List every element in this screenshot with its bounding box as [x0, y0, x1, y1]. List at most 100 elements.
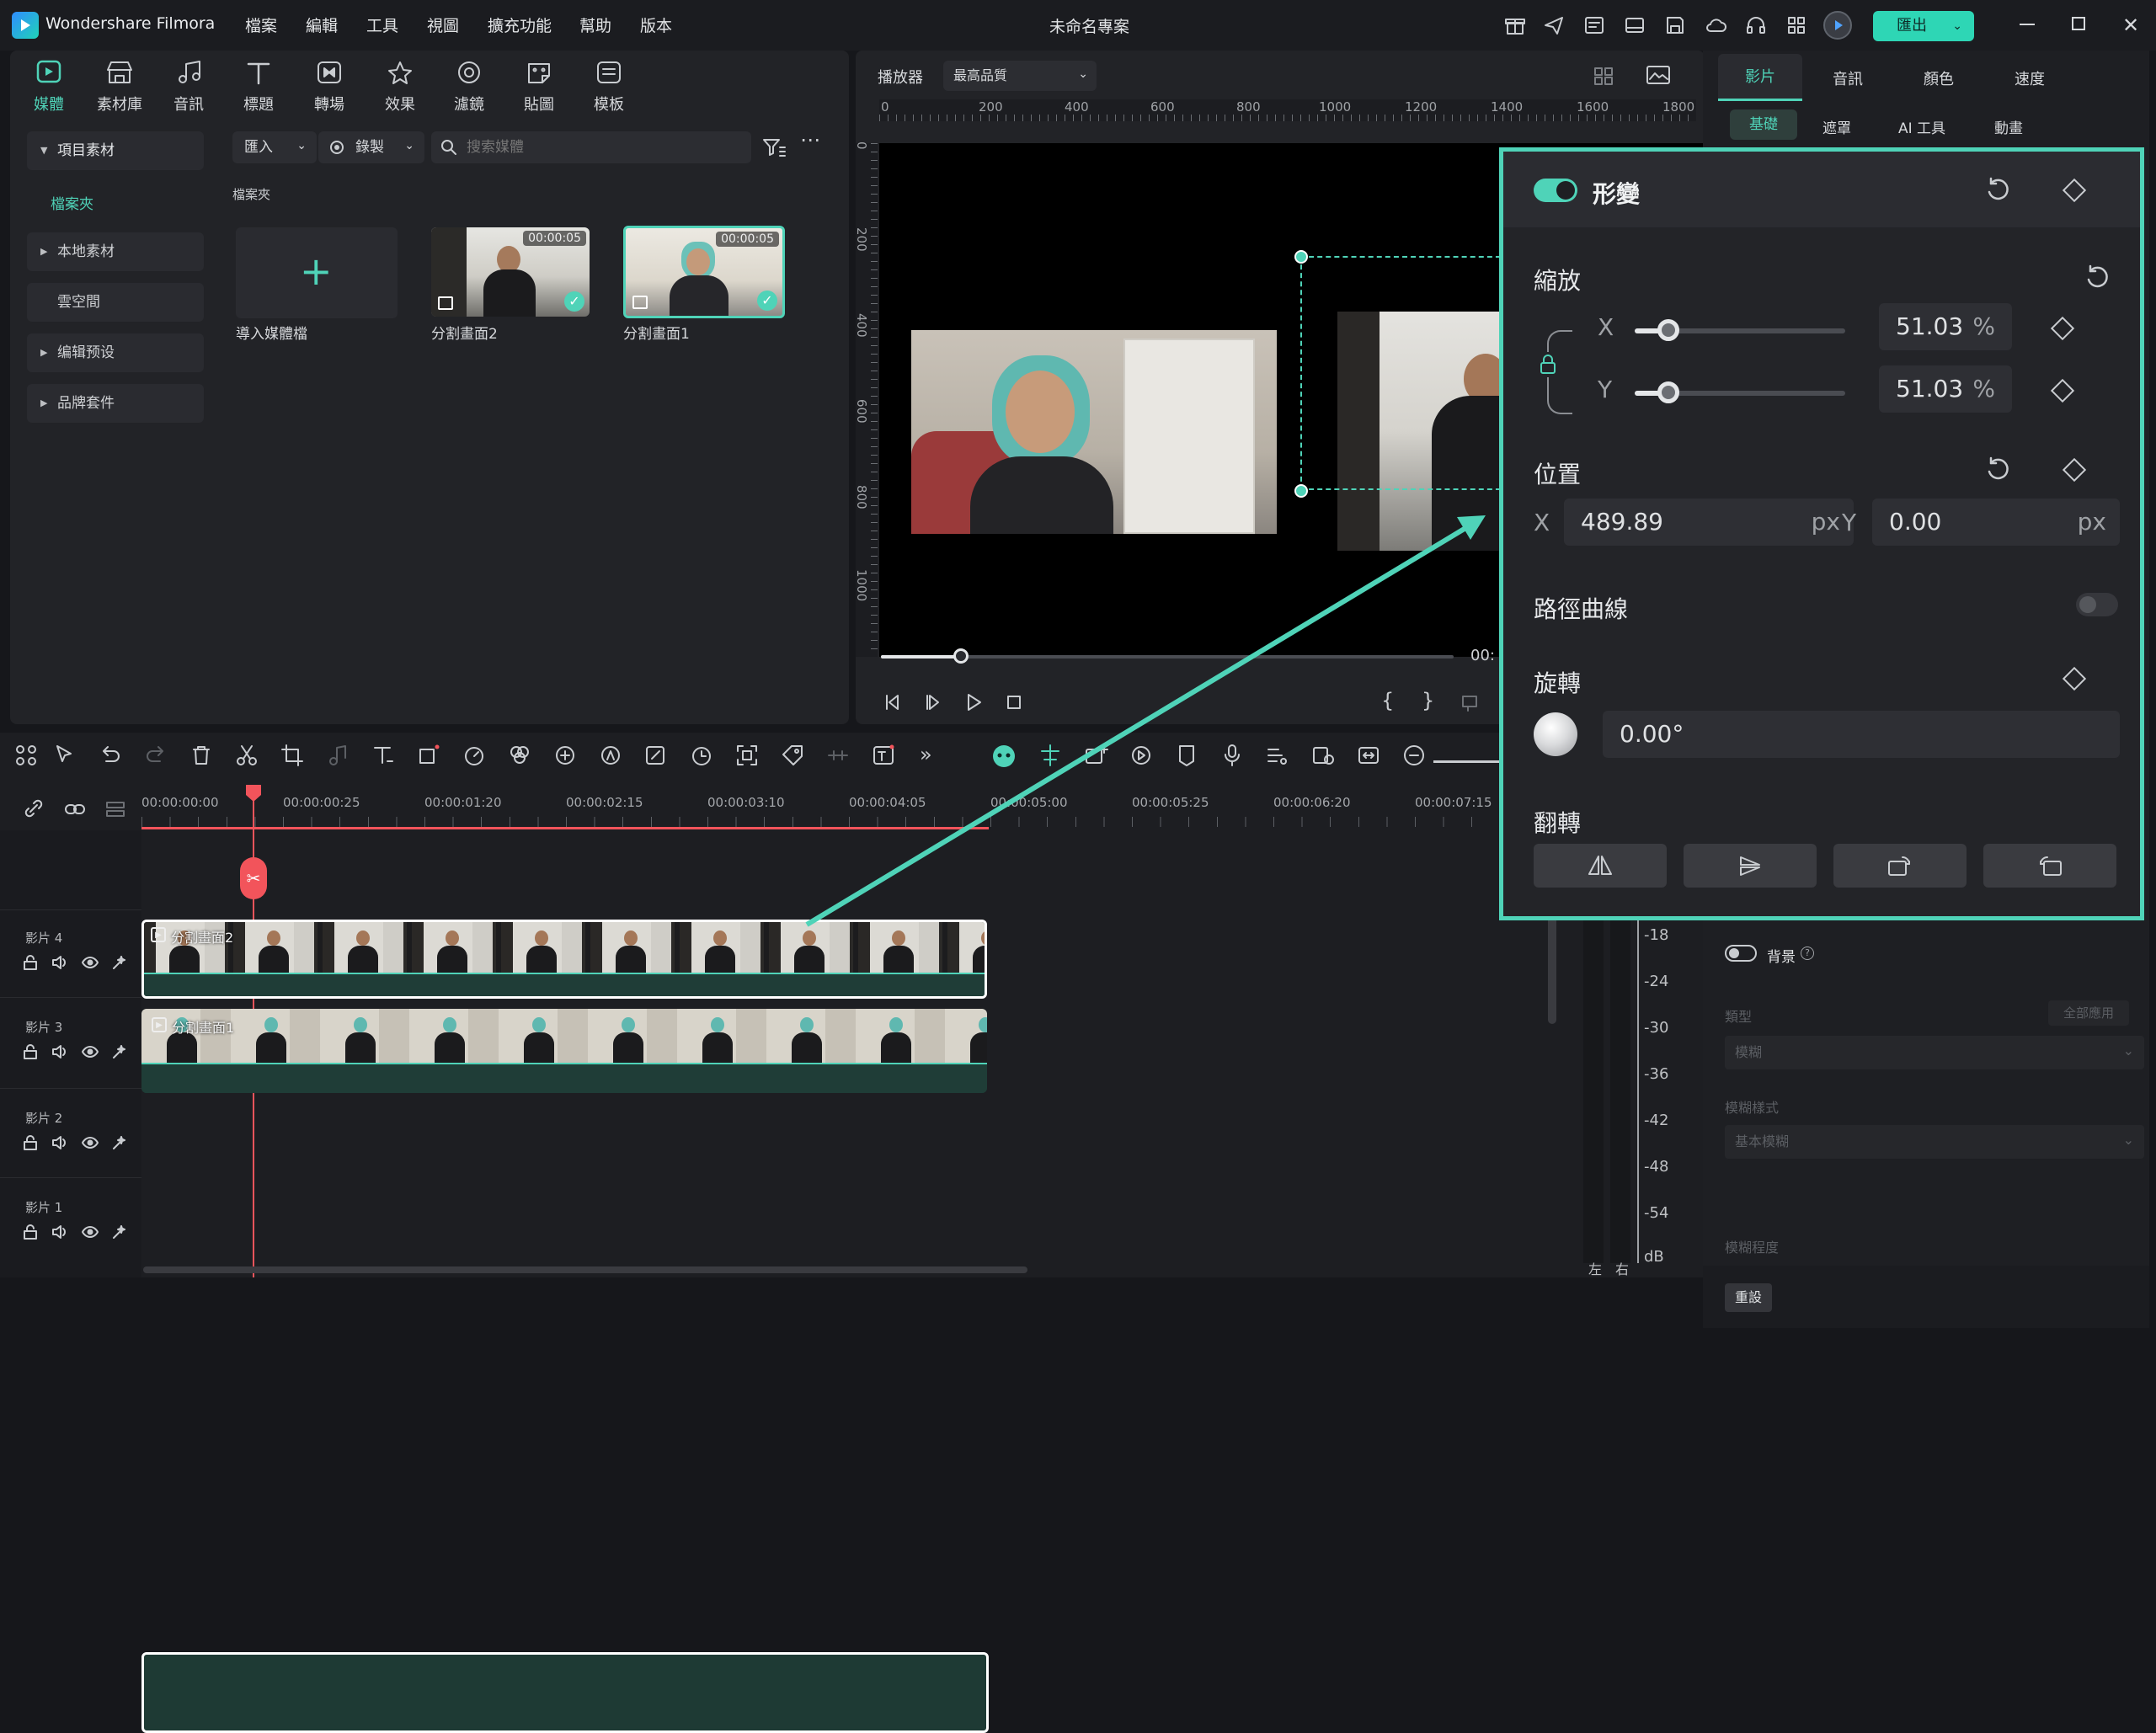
scale-x-slider[interactable] [1635, 319, 1845, 341]
tab-color[interactable]: 顏色 [1924, 67, 1954, 89]
maximize-icon[interactable] [2072, 17, 2085, 30]
export-button[interactable]: 匯出 ⌄ [1873, 11, 1974, 41]
tab-speed[interactable]: 速度 [2015, 67, 2045, 89]
chevron-down-icon[interactable]: ⌄ [1952, 11, 1962, 41]
ai-effect-icon[interactable] [552, 743, 578, 768]
subtab-animation[interactable]: 動畫 [1994, 116, 2023, 137]
snap-icon[interactable] [1038, 743, 1063, 768]
tab-media[interactable]: 媒體 [15, 59, 83, 115]
sidebar-item-folder[interactable]: 檔案夾 [51, 192, 93, 213]
reset-button[interactable]: 重設 [1725, 1283, 1772, 1312]
lock-icon[interactable] [22, 954, 39, 971]
path-curve-toggle[interactable] [2076, 593, 2118, 616]
crop-icon[interactable] [280, 743, 305, 768]
tab-titles[interactable]: 標題 [225, 59, 292, 115]
layout-icon[interactable] [1623, 13, 1646, 37]
media-clip-thumbnail-selected[interactable]: 00:00:05 ✓ [623, 226, 785, 318]
clip-split-screen-2[interactable] [141, 1652, 989, 1733]
link-icon[interactable] [24, 798, 45, 820]
insert-icon[interactable] [1459, 691, 1482, 714]
audio-mixer-icon[interactable] [1265, 743, 1290, 768]
tab-video[interactable]: 影片 [1718, 54, 1802, 101]
volume-icon[interactable] [51, 1134, 69, 1151]
record-dropdown[interactable]: 錄製 ⌄ [318, 131, 424, 163]
mark-out-icon[interactable]: } [1422, 689, 1434, 712]
keyframe-diamond-icon[interactable] [2062, 178, 2087, 203]
volume-icon[interactable] [51, 1043, 69, 1060]
fit-timeline-icon[interactable] [1356, 743, 1381, 768]
scrubber-handle[interactable] [953, 648, 969, 664]
background-toggle[interactable] [1725, 945, 1757, 962]
sidebar-item-project-media[interactable]: ▼ 項目素材 [27, 131, 204, 170]
lock-icon[interactable] [1537, 352, 1561, 377]
menu-extensions[interactable]: 擴充功能 [488, 13, 552, 36]
keyframe-tag-icon[interactable] [780, 743, 805, 768]
zoom-slider[interactable] [1433, 760, 1509, 763]
search-input[interactable] [467, 131, 736, 163]
stop-icon[interactable] [1002, 691, 1026, 714]
speed-icon[interactable] [462, 743, 487, 768]
help-icon[interactable]: ? [1801, 946, 1814, 960]
import-media-tile[interactable]: + [236, 227, 398, 318]
edit-icon[interactable] [643, 743, 669, 768]
position-y-input[interactable]: 0.00 px [1872, 499, 2120, 546]
import-dropdown[interactable]: 匯入 ⌄ [232, 131, 317, 163]
clip-track3[interactable]: ▶ 分割畫面1 [141, 1009, 987, 1093]
tab-effects[interactable]: 效果 [366, 59, 434, 115]
sidebar-item-cloud[interactable]: 雲空間 [27, 283, 204, 322]
ai-text-icon[interactable] [871, 743, 896, 768]
grid-view-icon[interactable] [1593, 66, 1619, 86]
split-at-playhead-button[interactable]: ✂ [240, 857, 267, 899]
blur-style-dropdown[interactable]: 基本模糊 ⌄ [1725, 1125, 2144, 1159]
eye-icon[interactable] [81, 1224, 99, 1240]
flip-vertical-button[interactable] [1684, 844, 1817, 888]
rotate-input[interactable]: 0.00° [1603, 711, 2120, 758]
text-tool-icon[interactable] [371, 743, 396, 768]
scale-y-slider[interactable] [1635, 381, 1845, 403]
rotation-dial[interactable] [1534, 712, 1577, 756]
more-tools-icon[interactable]: » [920, 743, 932, 766]
tab-templates[interactable]: 模板 [575, 59, 643, 115]
transform-toggle[interactable] [1534, 179, 1577, 202]
zoom-out-icon[interactable] [1401, 743, 1427, 768]
menu-help[interactable]: 幫助 [579, 13, 611, 36]
clip-track4[interactable]: ▶ 分割畫面2 [141, 920, 987, 999]
subtab-basic[interactable]: 基礎 [1730, 109, 1797, 140]
apply-all-button[interactable]: 全部應用 [2048, 1000, 2129, 1026]
rotate-counterclockwise-button[interactable] [1983, 844, 2116, 888]
audio-stretch-icon[interactable] [325, 743, 350, 768]
eye-icon[interactable] [81, 954, 99, 971]
render-preview-icon[interactable] [1129, 743, 1154, 768]
menu-tools[interactable]: 工具 [366, 13, 398, 36]
split-scissors-icon[interactable] [234, 743, 259, 768]
layout-grid-icon[interactable] [13, 743, 39, 768]
tab-stock-library[interactable]: 素材庫 [86, 59, 153, 115]
shape-icon[interactable] [416, 743, 441, 768]
lock-icon[interactable] [22, 1224, 39, 1240]
send-icon[interactable] [1542, 13, 1566, 37]
more-icon[interactable]: ⋯ [800, 128, 822, 152]
redo-icon[interactable] [143, 743, 168, 768]
close-icon[interactable]: ✕ [2122, 13, 2139, 37]
subtab-ai-tools[interactable]: AI 工具 [1898, 116, 1945, 137]
scale-y-slider-handle[interactable] [1657, 381, 1679, 403]
volume-icon[interactable] [51, 1224, 69, 1240]
resize-handle-top-left[interactable] [1294, 250, 1308, 264]
track-magic-icon[interactable] [111, 954, 128, 971]
minimize-icon[interactable] [2020, 24, 2035, 25]
timeline-horizontal-scrollbar[interactable] [143, 1266, 1027, 1273]
track-magic-icon[interactable] [111, 1043, 128, 1060]
rotate-clockwise-button[interactable] [1833, 844, 1967, 888]
mark-in-icon[interactable]: { [1381, 689, 1394, 712]
previous-frame-icon[interactable] [881, 691, 905, 714]
type-dropdown[interactable]: 模糊 ⌄ [1725, 1036, 2144, 1069]
track-magic-icon[interactable] [111, 1224, 128, 1240]
delete-icon[interactable] [189, 743, 214, 768]
chain-icon[interactable] [64, 798, 86, 820]
position-reset-icon[interactable] [1983, 455, 2014, 485]
quality-dropdown[interactable]: 最高品質 ⌄ [943, 61, 1097, 91]
apps-grid-icon[interactable] [1785, 13, 1808, 37]
tab-audio[interactable]: 音訊 [155, 59, 222, 115]
position-x-input[interactable]: 489.89 px [1564, 499, 1854, 546]
scale-y-input[interactable]: 51.03% [1879, 365, 2012, 413]
